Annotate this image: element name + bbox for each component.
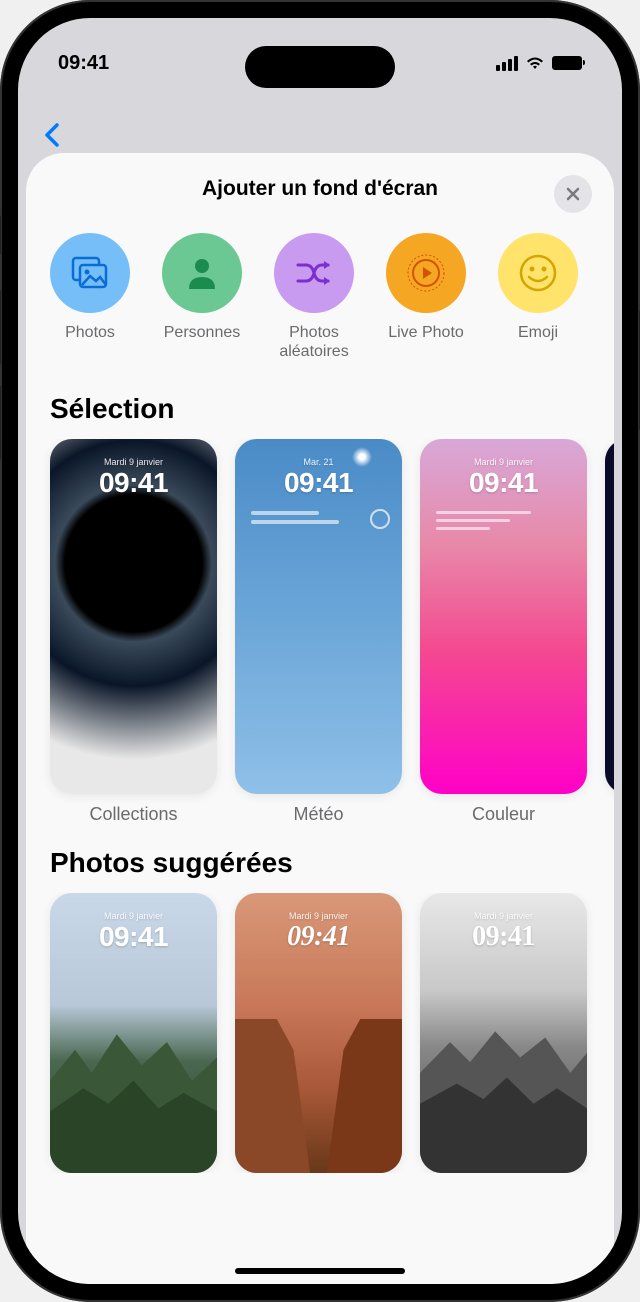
wallpaper-card-collections[interactable]: Mardi 9 janvier 09:41 Collections — [50, 439, 217, 825]
home-indicator[interactable] — [235, 1268, 405, 1274]
card-label: Collections — [50, 804, 217, 825]
preview-time: 09:41 — [420, 467, 587, 499]
category-emoji[interactable]: Emoji — [498, 233, 578, 361]
mountain-graphic — [50, 1019, 217, 1173]
wallpaper-preview: Mar. 21 09:41 — [235, 439, 402, 794]
preview-date: Mardi 9 janvier — [50, 911, 217, 921]
preview-time: 09:41 — [235, 467, 402, 499]
category-people[interactable]: Personnes — [162, 233, 242, 361]
mute-switch — [0, 215, 1, 255]
wallpaper-card-color[interactable]: Mardi 9 janvier 09:41 Couleur — [420, 439, 587, 825]
wallpaper-preview: Mardi 9 janvier 09:41 — [50, 893, 217, 1173]
preview-time: 09:41 — [50, 921, 217, 953]
volume-up — [0, 290, 1, 365]
selection-row[interactable]: Mardi 9 janvier 09:41 Collections Mar. 2… — [26, 439, 614, 825]
category-label: Emoji — [518, 323, 558, 342]
wallpaper-sheet: Ajouter un fond d'écran Photos Pe — [26, 153, 614, 1284]
dynamic-island — [245, 46, 395, 88]
volume-down — [0, 385, 1, 460]
sheet-title: Ajouter un fond d'écran — [202, 177, 438, 201]
preview-date: Mardi 9 janvier — [235, 911, 402, 921]
suggested-row[interactable]: Mardi 9 janvier 09:41 Mardi 9 janvier 09… — [26, 893, 614, 1173]
wallpaper-card-peek[interactable] — [605, 439, 614, 825]
preview-date: Mardi 9 janvier — [50, 457, 217, 467]
category-label: Live Photo — [388, 323, 464, 342]
wallpaper-preview — [605, 439, 614, 794]
category-label: Personnes — [164, 323, 241, 342]
category-row[interactable]: Photos Personnes Photos aléatoires — [26, 221, 614, 371]
category-livephoto[interactable]: Live Photo — [386, 233, 466, 361]
category-label: Photos — [65, 323, 115, 342]
wallpaper-preview: Mardi 9 janvier 09:41 — [420, 439, 587, 794]
wifi-icon — [525, 56, 545, 71]
card-label: Couleur — [420, 804, 587, 825]
wallpaper-preview: Mardi 9 janvier 09:41 — [50, 439, 217, 794]
wallpaper-card-weather[interactable]: Mar. 21 09:41 Météo — [235, 439, 402, 825]
back-chevron-icon[interactable] — [43, 118, 59, 155]
preview-date: Mar. 21 — [235, 457, 402, 467]
preview-time: 09:41 — [235, 921, 402, 953]
canyon-graphic — [235, 1019, 402, 1173]
category-label: Photos aléatoires — [279, 323, 348, 361]
status-time: 09:41 — [58, 52, 109, 75]
cellular-icon — [496, 56, 518, 71]
screen: 09:41 Ajouter un fond d'écran — [18, 18, 622, 1284]
iphone-frame: 09:41 Ajouter un fond d'écran — [0, 0, 640, 1302]
battery-icon — [552, 56, 582, 70]
mountain-graphic — [420, 1019, 587, 1173]
emoji-icon — [498, 233, 578, 313]
wallpaper-preview: Mardi 9 janvier 09:41 — [420, 893, 587, 1173]
preview-date: Mardi 9 janvier — [420, 911, 587, 921]
close-icon — [566, 187, 580, 201]
widget-circle — [370, 509, 390, 529]
category-photos[interactable]: Photos — [50, 233, 130, 361]
sheet-header: Ajouter un fond d'écran — [26, 177, 614, 221]
wallpaper-preview: Mardi 9 janvier 09:41 — [235, 893, 402, 1173]
preview-date: Mardi 9 janvier — [420, 457, 587, 467]
person-icon — [162, 233, 242, 313]
section-title-selection: Sélection — [26, 371, 614, 439]
widget-placeholder — [436, 511, 571, 535]
section-title-suggested: Photos suggérées — [26, 825, 614, 893]
status-indicators — [496, 56, 582, 71]
shuffle-icon — [274, 233, 354, 313]
livephoto-icon — [386, 233, 466, 313]
preview-time: 09:41 — [50, 467, 217, 499]
card-label: Météo — [235, 804, 402, 825]
preview-time: 09:41 — [420, 921, 587, 953]
widget-placeholder — [251, 511, 386, 529]
category-shuffle[interactable]: Photos aléatoires — [274, 233, 354, 361]
wallpaper-card-suggested[interactable]: Mardi 9 janvier 09:41 — [235, 893, 402, 1173]
photos-icon — [50, 233, 130, 313]
wallpaper-card-suggested[interactable]: Mardi 9 janvier 09:41 — [50, 893, 217, 1173]
close-button[interactable] — [554, 175, 592, 213]
wallpaper-card-suggested[interactable]: Mardi 9 janvier 09:41 — [420, 893, 587, 1173]
